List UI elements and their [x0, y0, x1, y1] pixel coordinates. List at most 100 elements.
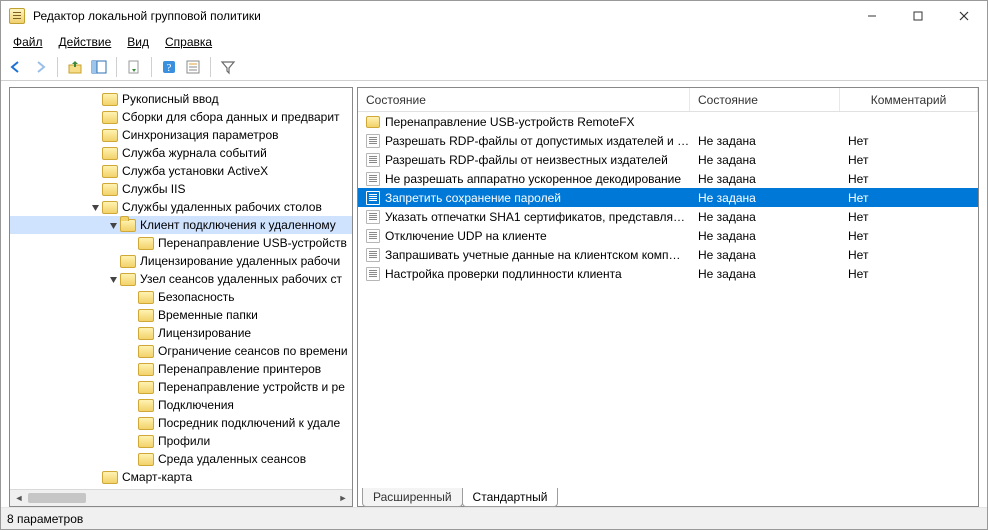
tree-item[interactable]: Служба установки ActiveX — [10, 162, 352, 180]
menu-view[interactable]: Вид — [121, 33, 155, 51]
scroll-thumb[interactable] — [28, 493, 86, 503]
tree-item[interactable]: Перенаправление USB-устройств — [10, 234, 352, 252]
list-row[interactable]: Не разрешать аппаратно ускоренное декоди… — [358, 169, 978, 188]
menu-file[interactable]: Файл — [7, 33, 49, 51]
help-icon: ? — [161, 59, 177, 75]
tree-item[interactable]: Ограничение сеансов по времени — [10, 342, 352, 360]
policy-name: Разрешать RDP-файлы от допустимых издате… — [385, 134, 689, 148]
folder-icon — [120, 219, 136, 232]
tree-item[interactable]: Профили — [10, 432, 352, 450]
tree-item-label: Перенаправление устройств и ре — [158, 380, 345, 394]
arrow-left-icon — [8, 59, 24, 75]
policy-comment: Нет — [840, 245, 978, 264]
folder-icon — [102, 93, 118, 106]
list-row[interactable]: Разрешать RDP-файлы от неизвестных издат… — [358, 150, 978, 169]
tab-extended[interactable]: Расширенный — [362, 488, 463, 507]
tree-item[interactable]: Службы удаленных рабочих столов — [10, 198, 352, 216]
up-button[interactable] — [64, 56, 86, 78]
tree-item-label: Смарт-карта — [122, 470, 192, 484]
tree-item[interactable]: Временные папки — [10, 306, 352, 324]
column-state[interactable]: Состояние — [690, 88, 840, 111]
folder-icon — [138, 291, 154, 304]
policy-icon — [366, 210, 380, 224]
maximize-button[interactable] — [895, 1, 941, 31]
close-button[interactable] — [941, 1, 987, 31]
column-name[interactable]: Состояние — [358, 88, 690, 111]
export-button[interactable] — [123, 56, 145, 78]
chevron-down-icon[interactable] — [106, 272, 120, 286]
tree-item[interactable]: Среда удаленных сеансов — [10, 450, 352, 468]
policy-comment: Нет — [840, 169, 978, 188]
list-row[interactable]: Разрешать RDP-файлы от допустимых издате… — [358, 131, 978, 150]
tree-item[interactable]: Лицензирование — [10, 324, 352, 342]
tree-item[interactable]: Рукописный ввод — [10, 90, 352, 108]
tree-item-label: Клиент подключения к удаленному — [140, 218, 336, 232]
document-arrow-icon — [126, 59, 142, 75]
tree[interactable]: Рукописный вводСборки для сбора данных и… — [10, 88, 352, 489]
chevron-down-icon[interactable] — [88, 200, 102, 214]
column-comment[interactable]: Комментарий — [840, 88, 978, 111]
policy-name: Разрешать RDP-файлы от неизвестных издат… — [385, 153, 668, 167]
chevron-down-icon[interactable] — [106, 218, 120, 232]
list-row[interactable]: Запретить сохранение паролейНе заданаНет — [358, 188, 978, 207]
tree-item[interactable]: Узел сеансов удаленных рабочих ст — [10, 270, 352, 288]
twisty-spacer — [88, 470, 102, 484]
horizontal-scrollbar[interactable]: ◄ ► — [10, 489, 352, 506]
tree-item[interactable]: Лицензирование удаленных рабочи — [10, 252, 352, 270]
tree-item[interactable]: Синхронизация параметров — [10, 126, 352, 144]
twisty-spacer — [124, 452, 138, 466]
properties-button[interactable] — [182, 56, 204, 78]
folder-icon — [102, 111, 118, 124]
folder-icon — [138, 399, 154, 412]
menu-action[interactable]: Действие — [53, 33, 118, 51]
tree-item[interactable]: Смарт-карта — [10, 468, 352, 486]
policy-name: Перенаправление USB-устройств RemoteFX — [385, 115, 635, 129]
tab-standard[interactable]: Стандартный — [462, 488, 559, 507]
policy-name: Запрашивать учетные данные на клиентском… — [385, 248, 681, 262]
tree-item-label: Посредник подключений к удале — [158, 416, 340, 430]
twisty-spacer — [106, 254, 120, 268]
forward-button[interactable] — [29, 56, 51, 78]
filter-icon — [220, 59, 236, 75]
help-button[interactable]: ? — [158, 56, 180, 78]
tree-item[interactable]: Служба журнала событий — [10, 144, 352, 162]
policy-name: Указать отпечатки SHA1 сертификатов, пре… — [385, 210, 685, 224]
tree-item[interactable]: Службы IIS — [10, 180, 352, 198]
twisty-spacer — [124, 308, 138, 322]
policy-name: Запретить сохранение паролей — [385, 191, 561, 205]
tree-item[interactable]: Подключения — [10, 396, 352, 414]
list-row[interactable]: Перенаправление USB-устройств RemoteFX — [358, 112, 978, 131]
panes-icon — [91, 59, 107, 75]
tree-item[interactable]: Безопасность — [10, 288, 352, 306]
scroll-left-icon[interactable]: ◄ — [12, 493, 26, 503]
tree-item[interactable]: Посредник подключений к удале — [10, 414, 352, 432]
policy-state — [690, 112, 840, 131]
minimize-button[interactable] — [849, 1, 895, 31]
tree-item[interactable]: Клиент подключения к удаленному — [10, 216, 352, 234]
tree-item[interactable]: Перенаправление принтеров — [10, 360, 352, 378]
scroll-right-icon[interactable]: ► — [336, 493, 350, 503]
folder-icon — [102, 129, 118, 142]
folder-icon — [102, 183, 118, 196]
tree-item-label: Служба установки ActiveX — [122, 164, 268, 178]
twisty-spacer — [88, 146, 102, 160]
policy-state: Не задана — [690, 188, 840, 207]
menu-help[interactable]: Справка — [159, 33, 218, 51]
list-row[interactable]: Указать отпечатки SHA1 сертификатов, пре… — [358, 207, 978, 226]
list-row[interactable]: Отключение UDP на клиентеНе заданаНет — [358, 226, 978, 245]
twisty-spacer — [124, 416, 138, 430]
list-header: Состояние Состояние Комментарий — [358, 88, 978, 112]
folder-icon — [138, 327, 154, 340]
show-hide-tree-button[interactable] — [88, 56, 110, 78]
policy-name: Отключение UDP на клиенте — [385, 229, 547, 243]
list-body[interactable]: Перенаправление USB-устройств RemoteFX Ра… — [358, 112, 978, 484]
filter-button[interactable] — [217, 56, 239, 78]
policy-state: Не задана — [690, 226, 840, 245]
tree-item-label: Подключения — [158, 398, 234, 412]
list-row[interactable]: Запрашивать учетные данные на клиентском… — [358, 245, 978, 264]
back-button[interactable] — [5, 56, 27, 78]
tree-pane: Рукописный вводСборки для сбора данных и… — [9, 87, 353, 507]
list-row[interactable]: Настройка проверки подлинности клиентаНе… — [358, 264, 978, 283]
tree-item[interactable]: Перенаправление устройств и ре — [10, 378, 352, 396]
tree-item[interactable]: Сборки для сбора данных и предварит — [10, 108, 352, 126]
